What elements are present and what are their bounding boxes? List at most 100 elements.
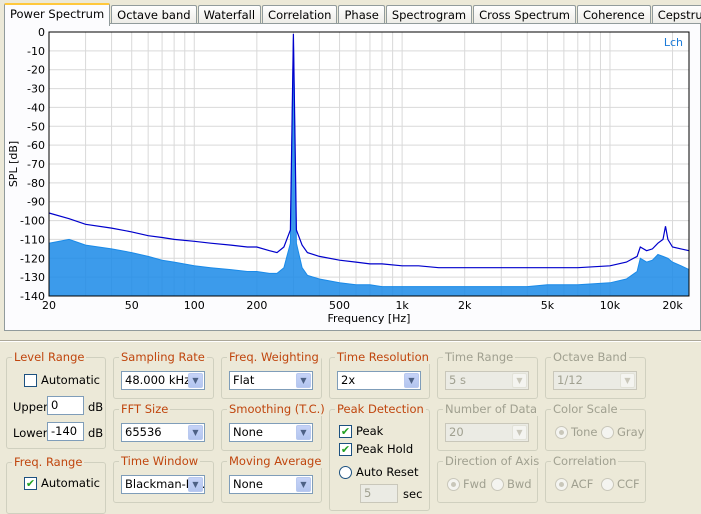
fwd-label[interactable]: Fwd [463, 477, 486, 491]
acf-radio[interactable] [555, 478, 568, 491]
tab-cepstrum[interactable]: Cepstrum [651, 5, 701, 24]
time-range-group: Time Range 5 s ▼ [437, 350, 538, 399]
x-tick-label: 10k [600, 299, 621, 312]
peak-hold-checkbox[interactable]: ✔ [339, 443, 352, 456]
chevron-down-icon: ▼ [404, 373, 419, 388]
octave-band-title: Octave Band [551, 350, 629, 364]
upper-label: Upper [13, 400, 48, 414]
ccf-label[interactable]: CCF [617, 477, 640, 491]
auto-reset-radio[interactable] [339, 466, 352, 479]
gray-label[interactable]: Gray [617, 425, 645, 439]
y-tick-label: -90 [27, 196, 45, 209]
x-tick-label: 100 [184, 299, 205, 312]
tab-waterfall[interactable]: Waterfall [197, 5, 262, 24]
y-tick-label: -20 [27, 64, 45, 77]
tab-spectrogram[interactable]: Spectrogram [385, 5, 473, 24]
sampling-rate-title: Sampling Rate [119, 350, 207, 364]
level-auto-label[interactable]: Automatic [41, 373, 100, 387]
y-tick-label: -50 [27, 120, 45, 133]
y-tick-label: -120 [20, 252, 45, 265]
y-tick-label: -30 [27, 83, 45, 96]
chevron-down-icon: ▼ [512, 425, 527, 440]
power-spectrum-chart: 0 -10 -20 -30 -40 -50 -60 -70 -80 -90 -100 -110 -120… [7, 26, 690, 325]
auto-reset-label[interactable]: Auto Reset [356, 465, 418, 479]
time-resolution-title: Time Resolution [335, 350, 431, 364]
octave-band-select[interactable]: 1/12 ▼ [553, 371, 637, 390]
x-tick-label: 50 [125, 299, 139, 312]
level-range-title: Level Range [12, 350, 87, 364]
upper-input[interactable]: 0 [47, 396, 84, 415]
smoothing-group: Smoothing (T.C.) None ▼ [221, 402, 327, 451]
y-axis-label: SPL [dB] [7, 141, 20, 187]
tab-phase[interactable]: Phase [338, 5, 385, 24]
sampling-rate-select[interactable]: 48.000 kHz ▼ [121, 371, 205, 390]
chevron-down-icon: ▼ [620, 373, 635, 388]
lower-label: Lower [13, 426, 48, 440]
bwd-radio[interactable] [491, 478, 504, 491]
chevron-down-icon: ▼ [296, 477, 311, 492]
x-tick-label: 200 [246, 299, 267, 312]
chevron-down-icon: ▼ [188, 373, 203, 388]
peak-hold-label[interactable]: Peak Hold [356, 442, 413, 456]
gray-radio[interactable] [601, 426, 614, 439]
tone-label[interactable]: Tone [571, 425, 597, 439]
moving-average-title: Moving Average [227, 454, 324, 468]
ccf-radio[interactable] [601, 478, 614, 491]
tab-correlation[interactable]: Correlation [262, 5, 338, 24]
chevron-down-icon: ▼ [188, 477, 203, 492]
color-scale-group: Color Scale Tone Gray [545, 402, 646, 451]
peak-label[interactable]: Peak [356, 424, 383, 438]
smoothing-title: Smoothing (T.C.) [227, 402, 327, 416]
tone-radio[interactable] [555, 426, 568, 439]
chevron-down-icon: ▼ [296, 425, 311, 440]
acf-label[interactable]: ACF [571, 477, 593, 491]
freq-weighting-title: Freq. Weighting [227, 350, 321, 364]
number-of-data-select[interactable]: 20 ▼ [445, 423, 529, 442]
freq-weighting-select[interactable]: Flat ▼ [229, 371, 313, 390]
correlation-title: Correlation [551, 454, 619, 468]
y-tick-label: -60 [27, 139, 45, 152]
tab-octave-band[interactable]: Octave band [111, 5, 197, 24]
lower-input[interactable]: -140 [47, 422, 84, 441]
y-tick-label: -80 [27, 177, 45, 190]
time-range-select[interactable]: 5 s ▼ [445, 371, 529, 390]
y-tick-label: -10 [27, 45, 45, 58]
y-tick-label: -100 [20, 215, 45, 228]
bwd-label[interactable]: Bwd [507, 477, 532, 491]
freq-auto-checkbox[interactable]: ✔ [24, 477, 37, 490]
fft-size-select[interactable]: 65536 ▼ [121, 423, 205, 442]
correlation-group: Correlation ACF CCF [545, 454, 646, 503]
tab-coherence[interactable]: Coherence [577, 5, 651, 24]
octave-band-group: Octave Band 1/12 ▼ [545, 350, 646, 399]
x-tick-label: 1k [395, 299, 409, 312]
smoothing-select[interactable]: None ▼ [229, 423, 313, 442]
x-axis-label: Frequency [Hz] [328, 312, 411, 325]
peak-detection-group: Peak Detection ✔ Peak ✔ Peak Hold Auto R… [329, 402, 430, 511]
number-of-data-group: Number of Data 20 ▼ [437, 402, 540, 451]
peak-checkbox[interactable]: ✔ [339, 425, 352, 438]
tab-power-spectrum[interactable]: Power Spectrum [4, 3, 111, 26]
time-resolution-select[interactable]: 2x ▼ [337, 371, 421, 390]
peak-detection-title: Peak Detection [335, 402, 426, 416]
color-scale-title: Color Scale [551, 402, 620, 416]
freq-auto-label[interactable]: Automatic [41, 476, 100, 490]
fft-size-group: FFT Size 65536 ▼ [113, 402, 214, 451]
auto-reset-unit: sec [403, 487, 423, 501]
y-tick-label: 0 [38, 26, 45, 39]
level-auto-checkbox[interactable] [24, 374, 37, 387]
fwd-radio[interactable] [447, 478, 460, 491]
y-tick-label: -110 [20, 233, 45, 246]
x-tick-label: 20 [42, 299, 56, 312]
moving-average-select[interactable]: None ▼ [229, 475, 313, 494]
time-window-select[interactable]: Blackman-H... ▼ [121, 475, 205, 494]
channel-label: Lch [664, 36, 683, 49]
panel-separator [0, 340, 701, 342]
chevron-down-icon: ▼ [512, 373, 527, 388]
auto-reset-seconds-input[interactable]: 5 [360, 484, 398, 503]
time-range-title: Time Range [443, 350, 516, 364]
level-range-group: Level Range Automatic Upper 0 dB Lower -… [6, 350, 106, 449]
upper-unit: dB [88, 400, 104, 414]
x-tick-label: 5k [541, 299, 555, 312]
tab-cross-spectrum[interactable]: Cross Spectrum [473, 5, 577, 24]
freq-range-title: Freq. Range [12, 455, 85, 469]
